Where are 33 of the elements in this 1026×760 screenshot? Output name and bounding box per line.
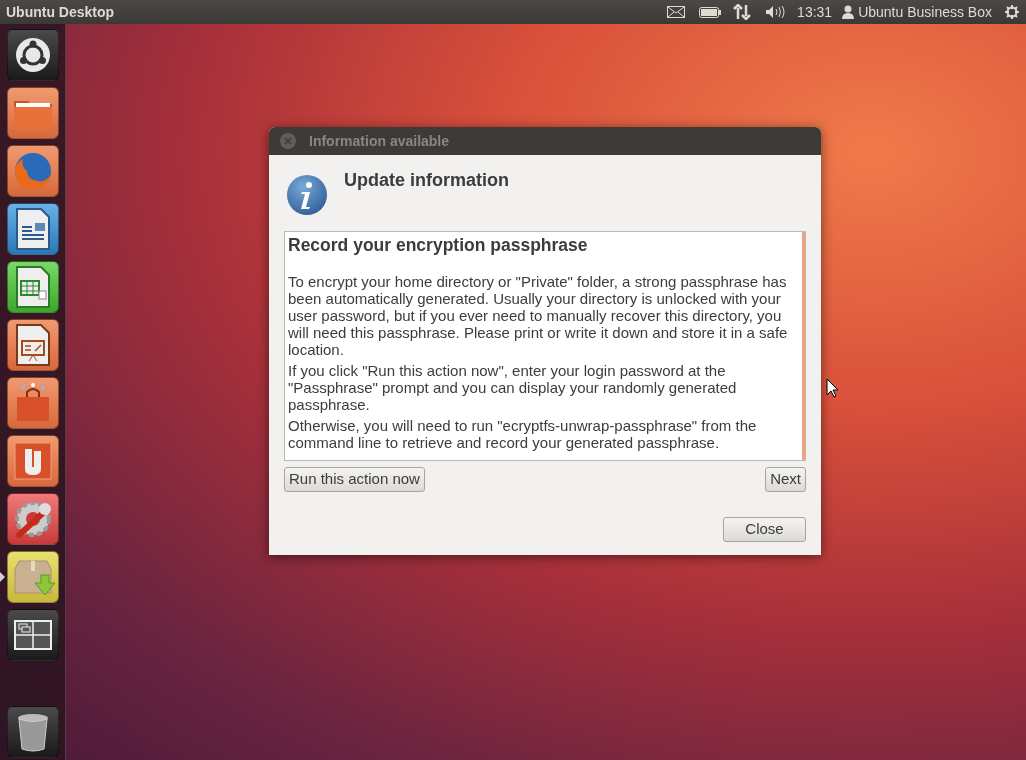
message-paragraph: Otherwise, you will need to run "ecryptfs-unwrap-passphrase" from the command line to retrieve and record your generated passphrase. [288,417,758,451]
mail-icon[interactable] [667,6,686,18]
user-name[interactable]: Ubuntu Business Box [858,1,992,23]
launcher-item[interactable] [6,493,59,545]
launcher-item[interactable] [6,145,59,197]
launcher-item[interactable] [6,87,59,139]
launcher-item[interactable] [6,29,59,81]
window-title: Information available [309,131,450,151]
scrollbar[interactable] [802,232,805,460]
user-icon[interactable] [842,5,855,19]
network-icon[interactable] [733,4,752,20]
launcher-item[interactable] [6,377,59,429]
clock[interactable]: 13:31 [797,1,833,23]
launcher-item[interactable] [6,706,59,758]
close-button[interactable]: Close [723,517,806,542]
panel-title: Ubuntu Desktop [6,2,115,22]
volume-icon[interactable] [765,5,786,19]
message-paragraph: To encrypt your home directory or "Private" folder, a strong passphrase has been automatically generated. Usually your directory is unlocked with your user password, but if you ever need to manually recover this directory, you will need this passphrase. Please print or write it down and store it in a safe location. [288,273,789,358]
launcher-item[interactable] [6,551,59,603]
mouse-pointer-icon [826,378,839,398]
run-action-button[interactable]: Run this action now [284,467,425,492]
launcher-item[interactable] [6,435,59,487]
next-button[interactable]: Next [765,467,806,492]
power-icon[interactable] [1004,4,1020,20]
info-icon [285,173,329,217]
message-title: Record your encryption passphrase [288,234,589,256]
dialog-heading: Update information [344,169,509,192]
launcher-item[interactable] [6,261,59,313]
message-paragraph: If you click "Run this action now", enter your login password at the "Passphrase" prompt and you can display your randomly generated passphrase. [288,362,738,413]
launcher-item[interactable] [6,319,59,371]
launcher-item[interactable] [6,203,59,255]
launcher-item[interactable] [6,609,59,661]
battery-icon[interactable] [699,6,722,18]
